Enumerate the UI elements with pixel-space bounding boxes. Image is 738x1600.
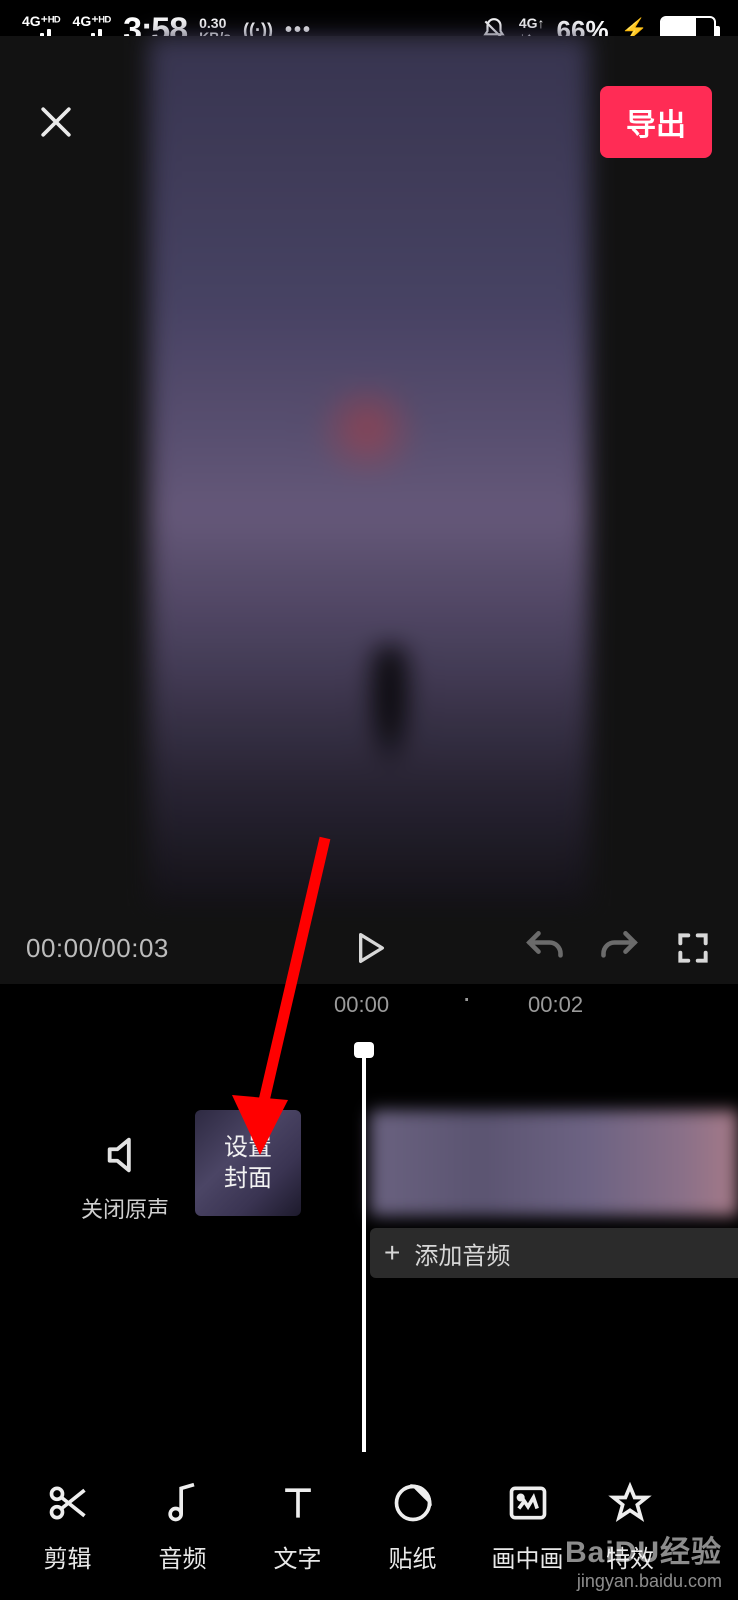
tool-sticker[interactable]: 贴纸 (355, 1479, 470, 1574)
time-total: 00:03 (101, 933, 169, 963)
export-button[interactable]: 导出 (600, 86, 712, 158)
tool-edit[interactable]: 剪辑 (10, 1479, 125, 1574)
ruler-tick-0: 00:00 (334, 992, 389, 1018)
redo-button[interactable] (598, 926, 642, 970)
ruler-tick-2: 00:02 (528, 992, 583, 1018)
network-type-top: 4G↑ (519, 16, 545, 30)
add-audio-label: 添加音频 (414, 1236, 510, 1271)
sticker-icon (391, 1479, 435, 1527)
signal-2-label: 4G⁺ᴴᴰ (73, 14, 112, 28)
time-current: 00:00 (26, 933, 94, 963)
tool-pip-label: 画中画 (492, 1539, 564, 1574)
playback-right-controls (522, 926, 712, 970)
timeline-area[interactable]: 00:00 · 00:02 关闭原声 设置 封面 + 添加音频 (0, 984, 738, 1452)
tool-audio[interactable]: 音频 (125, 1479, 240, 1574)
tool-text[interactable]: 文字 (240, 1479, 355, 1574)
set-cover-button[interactable]: 设置 封面 (195, 1110, 301, 1216)
mute-label: 关闭原声 (60, 1192, 190, 1224)
text-icon (276, 1479, 320, 1527)
music-note-icon (161, 1479, 205, 1527)
scissors-icon (46, 1479, 90, 1527)
tool-effects-label: 特效 (606, 1539, 654, 1574)
timeline-ruler: 00:00 · 00:02 (0, 986, 738, 1022)
video-preview[interactable] (149, 36, 589, 906)
picture-in-picture-icon (506, 1479, 550, 1527)
tool-edit-label: 剪辑 (44, 1539, 92, 1574)
undo-button[interactable] (522, 926, 566, 970)
time-display: 00:00/00:03 (26, 933, 169, 964)
video-clip[interactable] (370, 1110, 738, 1216)
fullscreen-button[interactable] (674, 929, 712, 967)
playback-controls: 00:00/00:03 (0, 912, 738, 984)
cover-label-line1: 设置 (224, 1132, 272, 1163)
playhead[interactable] (362, 1044, 366, 1452)
net-speed-value: 0.30 (199, 16, 231, 30)
speaker-icon (60, 1132, 190, 1178)
plus-icon: + (384, 1237, 400, 1269)
signal-1-label: 4G⁺ᴴᴰ (22, 14, 61, 28)
tool-effects[interactable]: 特效 (585, 1479, 675, 1574)
cover-label-line2: 封面 (224, 1163, 272, 1194)
tool-text-label: 文字 (274, 1539, 322, 1574)
video-preview-area (0, 36, 738, 912)
mute-original-sound[interactable]: 关闭原声 (60, 1132, 190, 1224)
ruler-tick-dot: · (462, 984, 471, 1014)
add-audio-button[interactable]: + 添加音频 (370, 1228, 738, 1278)
tool-audio-label: 音频 (159, 1539, 207, 1574)
tool-pip[interactable]: 画中画 (470, 1479, 585, 1574)
editor-top-bar: 导出 (0, 56, 738, 158)
star-icon (608, 1479, 652, 1527)
tool-sticker-label: 贴纸 (389, 1539, 437, 1574)
close-button[interactable] (26, 92, 86, 152)
play-button[interactable] (349, 928, 389, 968)
bottom-toolbar: 剪辑 音频 文字 贴纸 (0, 1452, 738, 1600)
